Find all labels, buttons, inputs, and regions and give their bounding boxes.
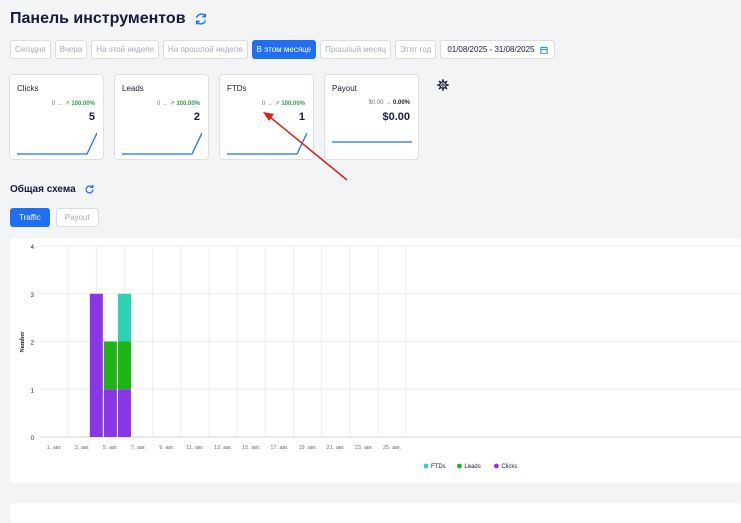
card-title: Payout xyxy=(332,84,357,93)
card-clicks[interactable]: Clicks 0 → ↗ 100.00% 5 xyxy=(9,74,104,160)
x-tick-label: 7. авг. xyxy=(131,445,146,451)
trend-up-icon: ↗ xyxy=(274,101,280,107)
card-sparkline xyxy=(227,132,307,155)
x-tick-label: 3. авг. xyxy=(75,445,90,451)
traffic-chart: 0 1 2 3 4 1. авг. 3. авг. 5. авг. 7. авг. 9. авг.… xyxy=(20,245,741,470)
card-delta-pct: 0.00% xyxy=(392,100,410,106)
card-sparkline xyxy=(332,141,412,143)
legend-marker xyxy=(457,463,462,469)
card-delta-from: 0 xyxy=(51,101,56,107)
card-delta-pct: 100.00% xyxy=(176,101,200,107)
arrow-right-icon: → xyxy=(161,101,168,107)
arrow-right-icon: → xyxy=(266,101,273,107)
card-value: $0.00 xyxy=(382,111,410,123)
legend-label: Clicks xyxy=(501,464,517,470)
x-tick-label: 19. авг. xyxy=(299,445,317,451)
card-delta: 0 → ↗ 100.00% xyxy=(262,100,305,107)
bar-clicks xyxy=(117,389,131,437)
bar-clicks xyxy=(89,293,103,437)
x-tick-label: 9. авг. xyxy=(159,445,174,451)
arrow-right-icon: → xyxy=(385,100,392,106)
legend-label: FTDs xyxy=(431,464,446,470)
x-tick-label: 25. авг. xyxy=(383,445,401,451)
card-sparkline xyxy=(122,132,202,155)
card-delta-from: 0 xyxy=(156,101,161,107)
tab-traffic[interactable]: Traffic xyxy=(10,208,50,227)
card-delta: 0 → ↗ 100.00% xyxy=(52,100,95,107)
card-delta-from: 0 xyxy=(261,101,266,107)
card-title: Leads xyxy=(122,84,144,93)
card-delta: $0.00 → 0.00% xyxy=(369,100,410,106)
period-this-year-button[interactable]: Этот год xyxy=(395,40,437,59)
y-tick-label: 3 xyxy=(31,293,35,299)
refresh-icon[interactable] xyxy=(194,12,208,26)
chart-tabs: Traffic Payout xyxy=(10,208,99,227)
y-tick-label: 4 xyxy=(31,245,35,251)
card-leads[interactable]: Leads 0 → ↗ 100.00% 2 xyxy=(114,74,209,160)
card-delta-pct: 100.00% xyxy=(71,101,95,107)
card-payout[interactable]: Payout $0.00 → 0.00% $0.00 xyxy=(324,74,419,160)
card-ftds[interactable]: FTDs 0 → ↗ 100.00% 1 xyxy=(219,74,314,160)
period-last-month-button[interactable]: Прошлый месяц xyxy=(320,40,392,59)
y-tick-label: 2 xyxy=(31,341,35,347)
card-title: FTDs xyxy=(227,84,247,93)
legend-label: Leads xyxy=(464,464,480,470)
arrow-right-icon: → xyxy=(56,101,63,107)
tab-payout[interactable]: Payout xyxy=(55,208,99,227)
card-title: Clicks xyxy=(17,84,39,93)
y-axis-title: Number xyxy=(20,331,26,353)
card-sparkline xyxy=(17,132,97,155)
x-tick-label: 21. авг. xyxy=(327,445,345,451)
x-tick-label: 17. авг. xyxy=(270,445,288,451)
card-value: 1 xyxy=(298,111,305,123)
bar-leads xyxy=(117,341,131,390)
refresh-icon[interactable] xyxy=(84,184,95,195)
period-this-week-button[interactable]: На этой неделе xyxy=(91,40,159,59)
card-delta-from: $0.00 xyxy=(368,100,384,106)
trend-up-icon: ↗ xyxy=(64,101,70,107)
calendar-icon xyxy=(539,46,548,54)
x-tick-label: 11. авг. xyxy=(186,445,204,451)
legend-marker xyxy=(423,463,429,469)
card-delta-pct: 100.00% xyxy=(281,101,305,107)
trend-up-icon: ↗ xyxy=(169,101,175,107)
x-tick-label: 23. авг. xyxy=(355,445,373,451)
period-this-month-button[interactable]: В этом месяце xyxy=(251,40,317,59)
page-header: Панель инструментов xyxy=(10,10,208,28)
x-tick-label: 15. авг. xyxy=(242,445,260,451)
gear-icon[interactable] xyxy=(437,79,449,91)
period-last-week-button[interactable]: На прошлой неделе xyxy=(163,40,248,59)
card-delta: 0 → ↗ 100.00% xyxy=(157,100,200,107)
overview-header: Общая схема xyxy=(10,184,95,195)
legend-marker xyxy=(494,463,499,469)
y-tick-label: 1 xyxy=(31,388,35,394)
x-tick-label: 13. авг. xyxy=(214,445,232,451)
x-tick-label: 5. авг. xyxy=(103,445,118,451)
period-today-button[interactable]: Сегодня xyxy=(10,40,51,59)
bar-clicks xyxy=(103,389,117,437)
x-tick-label: 1. авг. xyxy=(47,445,62,451)
bar-leads xyxy=(103,341,117,390)
card-value: 5 xyxy=(88,111,95,123)
overview-title: Общая схема xyxy=(10,184,76,195)
bar-ftds xyxy=(117,293,131,342)
y-tick-label: 0 xyxy=(31,436,35,442)
bottom-panel xyxy=(10,503,741,523)
period-filter: Сегодня Вчера На этой неделе На прошлой … xyxy=(10,40,555,59)
page-title: Панель инструментов xyxy=(10,10,186,27)
date-range-picker[interactable]: 01/08/2025 - 31/08/2025 xyxy=(440,40,555,59)
period-yesterday-button[interactable]: Вчера xyxy=(54,40,88,59)
date-range-value: 01/08/2025 - 31/08/2025 xyxy=(447,45,535,54)
card-value: 2 xyxy=(193,111,200,123)
chart-panel: 0 1 2 3 4 1. авг. 3. авг. 5. авг. 7. авг. 9. авг.… xyxy=(10,238,741,483)
